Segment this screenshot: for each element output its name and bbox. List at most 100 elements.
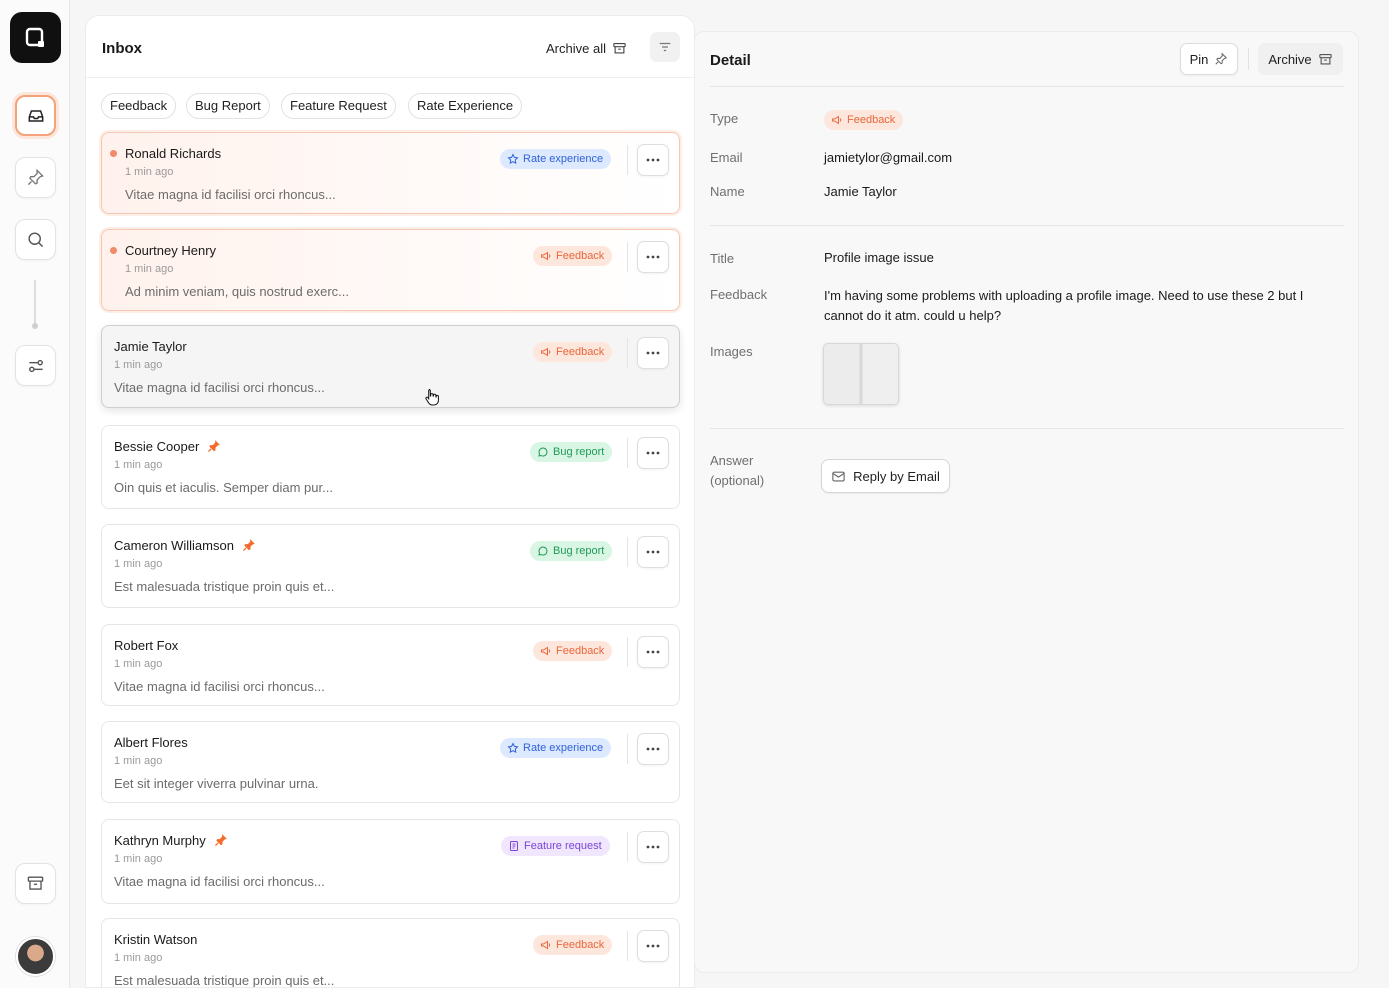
inbox-title: Inbox [102,40,142,57]
sort-filter-button[interactable] [650,32,680,62]
reply-by-email-button[interactable]: Reply by Email [821,459,950,493]
email-label: Email [710,150,743,165]
mail-icon [832,471,845,481]
timestamp: 1 min ago [114,558,163,570]
category-badge-label: Feature request [524,840,602,852]
feedback-value: I'm having some problems with uploading … [824,288,1304,323]
nav-divider-dot [32,323,38,329]
sender-name: Albert Flores [114,735,188,750]
category-badge-label: Rate experience [523,153,604,165]
timestamp: 1 min ago [114,459,163,471]
pinned-icon [214,834,227,846]
document-icon [510,841,518,851]
reply-button-label: Reply by Email [853,468,940,484]
nav-inbox-button[interactable] [15,95,56,136]
inbox-item[interactable]: Kathryn Murphy 1 min ago Vitae magna id fa… [101,819,680,904]
archive-icon [613,42,626,53]
inbox-icon [28,109,43,122]
message-preview: Vitae magna id facilisi orci rhoncus... [114,380,325,395]
more-options-button[interactable] [637,930,669,962]
category-badge: Feature request [501,836,610,856]
category-badge: Feedback [533,342,613,362]
category-badge: Rate experience [500,738,612,758]
more-dots-icon [646,158,660,162]
more-options-button[interactable] [637,831,669,863]
name-value: Jamie Taylor [824,184,897,199]
divider [710,86,1344,87]
item-divider [627,734,628,764]
timestamp: 1 min ago [114,952,163,964]
sliders-icon [28,359,43,372]
inbox-item[interactable]: Jamie Taylor 1 min ago Vitae magna id faci… [101,325,680,408]
pin-icon [1215,52,1228,65]
megaphone-icon [541,251,551,261]
category-badge-label: Feedback [556,346,605,358]
sender-name-text: Cameron Williamson [114,538,234,553]
filter-chip-feature-request[interactable]: Feature Request [281,93,396,119]
feedback-label: Feedback [710,287,768,302]
nav-archive-button[interactable] [15,863,56,904]
more-dots-icon [646,451,660,455]
nav-search-button[interactable] [15,219,56,260]
inbox-panel: Inbox Archive all Feedback Bug Report Fe… [85,15,695,988]
more-options-button[interactable] [637,636,669,668]
inbox-item[interactable]: Kristin Watson 1 min ago Est malesuada tri… [101,918,680,988]
filter-chip-bug-report[interactable]: Bug Report [186,93,270,119]
category-badge: Bug report [530,541,613,561]
nav-divider [34,280,36,326]
nav-pinned-button[interactable] [15,157,56,198]
inbox-item[interactable]: Albert Flores 1 min ago Eet sit integer vi… [101,721,680,803]
chat-bubble-icon [538,546,548,556]
inbox-item[interactable]: Courtney Henry 1 min ago Ad minim veniam, … [101,229,680,311]
archive-button[interactable]: Archive [1258,43,1343,75]
item-divider [627,145,628,175]
more-options-button[interactable] [637,337,669,369]
message-preview: Vitae magna id facilisi orci rhoncus... [125,187,336,202]
unread-dot [110,150,117,157]
inbox-item[interactable]: Robert Fox 1 min ago Vitae magna id facili… [101,624,680,706]
message-preview: Vitae magna id facilisi orci rhoncus... [114,679,325,694]
sender-name: Jamie Taylor [114,339,187,354]
user-avatar[interactable] [16,937,55,976]
more-options-button[interactable] [637,144,669,176]
category-badge: Feedback [533,935,613,955]
type-badge: Feedback [824,110,904,130]
pin-button[interactable]: Pin [1180,43,1238,75]
email-value: jamietylor@gmail.com [824,150,953,165]
pin-button-label: Pin [1189,51,1209,67]
pinned-icon [208,440,221,452]
archive-all-button[interactable]: Archive all [546,38,627,58]
inbox-item[interactable]: Bessie Cooper 1 min ago Oin quis et iaculi… [101,425,680,509]
filter-chip-feedback[interactable]: Feedback [101,93,177,119]
sender-name: Ronald Richards [125,146,221,161]
more-dots-icon [646,255,660,259]
app-logo[interactable] [10,12,61,63]
more-options-button[interactable] [637,536,669,568]
filter-chip-rate-experience[interactable]: Rate Experience [408,93,523,119]
detail-panel: Detail Pin Archive Type Feedback Email j… [694,31,1359,973]
more-options-button[interactable] [637,733,669,765]
sender-name-text: Albert Flores [114,735,188,750]
timestamp: 1 min ago [114,359,163,371]
nav-settings-button[interactable] [15,345,56,386]
more-dots-icon [646,944,660,948]
image-thumbnail[interactable] [823,343,899,405]
more-options-button[interactable] [637,241,669,273]
message-preview: Ad minim veniam, quis nostrud exerc... [125,284,349,299]
timestamp: 1 min ago [114,853,163,865]
more-options-button[interactable] [637,437,669,469]
message-preview: Est malesuada tristique proin quis et... [114,973,335,988]
inbox-item[interactable]: Cameron Williamson 1 min ago Est malesuada… [101,524,680,608]
images-label: Images [710,344,753,359]
category-badge-label: Bug report [553,545,605,557]
sender-name-text: Robert Fox [114,638,179,653]
name-label: Name [710,184,745,199]
more-dots-icon [646,747,660,751]
inbox-item[interactable]: Ronald Richards 1 min ago Vitae magna id f… [101,132,680,214]
sender-name-text: Ronald Richards [125,146,222,161]
sidebar-rail [0,0,70,988]
pinned-icon [242,539,255,551]
archive-all-label: Archive all [546,40,606,56]
megaphone-icon [541,940,551,950]
divider [710,428,1344,429]
